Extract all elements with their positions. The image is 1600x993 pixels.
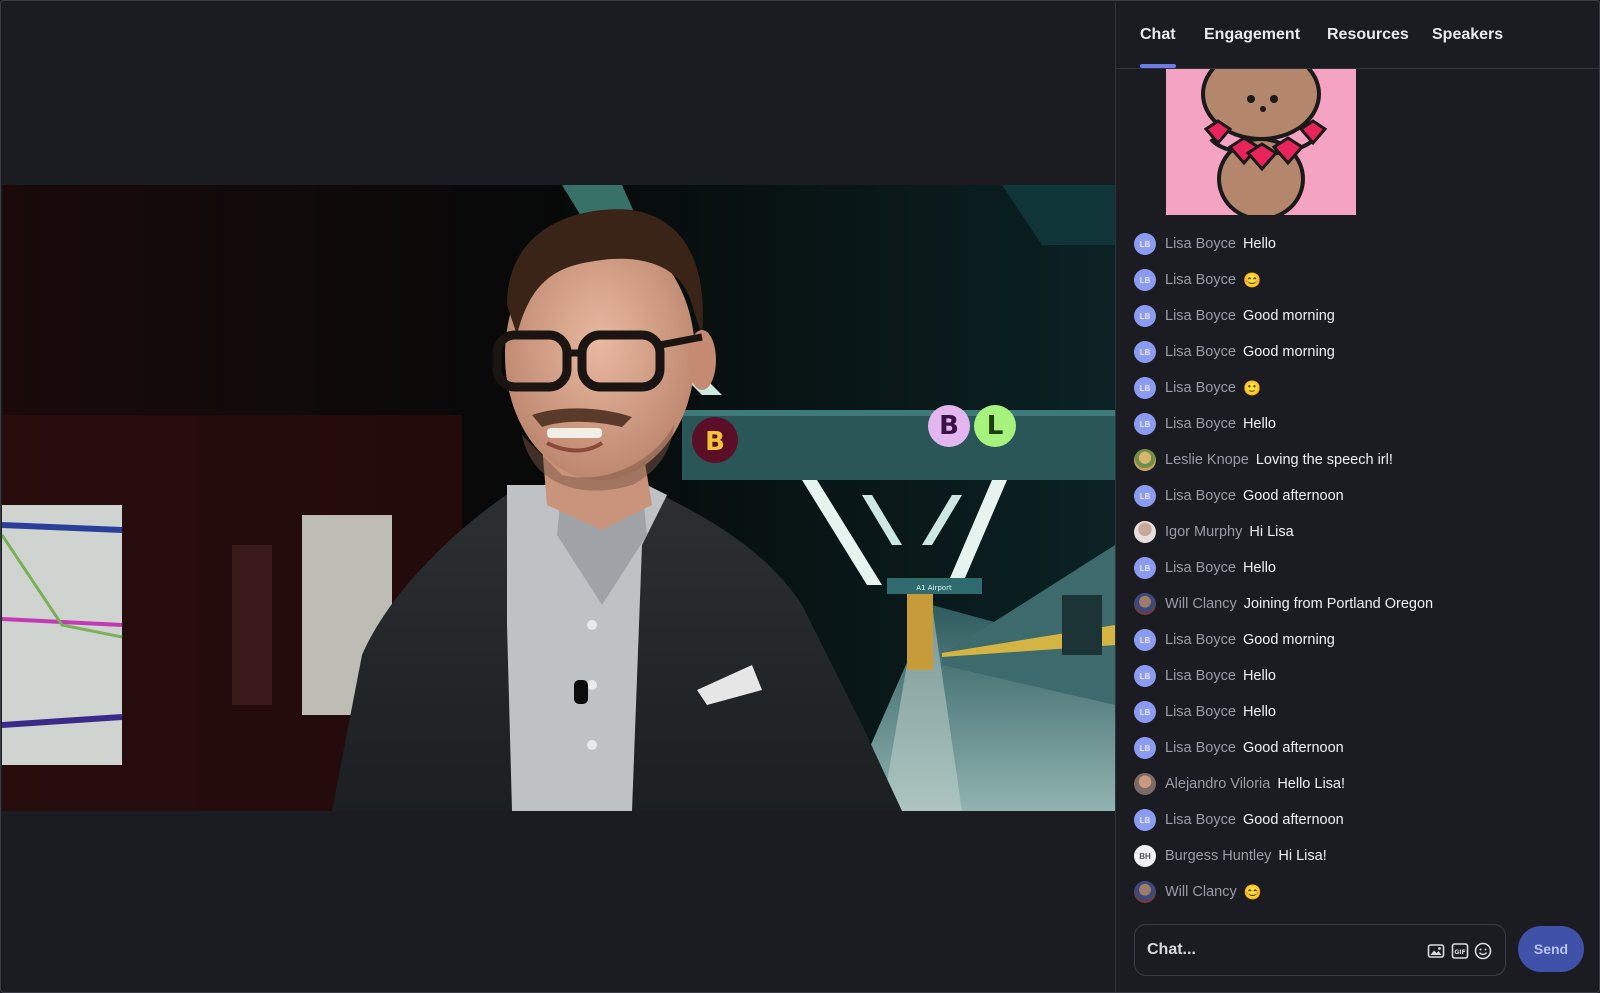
message-sender[interactable]: Lisa Boyce xyxy=(1165,812,1236,828)
avatar[interactable]: LB xyxy=(1134,233,1156,255)
chat-message: LB Lisa Boyce 😊 xyxy=(1134,262,1594,298)
chat-message: BH Burgess Huntley Hi Lisa! xyxy=(1134,838,1594,874)
chat-message: LB Lisa Boyce 🙂 xyxy=(1134,370,1594,406)
message-text: 🙂 xyxy=(1242,380,1261,397)
message-text: Hello xyxy=(1242,704,1276,720)
avatar[interactable] xyxy=(1134,593,1156,615)
message-text: Good morning xyxy=(1242,632,1335,648)
message-sender[interactable]: Alejandro Viloria xyxy=(1165,776,1270,792)
avatar[interactable]: LB xyxy=(1134,701,1156,723)
panel-tabs: Chat Engagement Resources Speakers xyxy=(1116,2,1599,69)
avatar[interactable]: LB xyxy=(1134,413,1156,435)
tab-resources[interactable]: Resources xyxy=(1327,26,1409,44)
tab-chat[interactable]: Chat xyxy=(1140,26,1176,68)
image-icon[interactable] xyxy=(1427,942,1445,960)
messages: LB Lisa Boyce Hello LB Lisa Boyce 😊 LB Lisa Boy… xyxy=(1134,226,1594,909)
message-sender[interactable]: Will Clancy xyxy=(1165,884,1237,900)
message-sender[interactable]: Lisa Boyce xyxy=(1165,416,1236,432)
stage: B A1 Airport B L xyxy=(2,2,1115,992)
message-text: Good morning xyxy=(1242,308,1335,324)
message-text: Hello xyxy=(1242,236,1276,252)
chat-message: LB Lisa Boyce Good morning xyxy=(1134,298,1594,334)
chat-message: LB Lisa Boyce Hello xyxy=(1134,550,1594,586)
message-sender[interactable]: Lisa Boyce xyxy=(1165,668,1236,684)
message-text: Hello xyxy=(1242,560,1276,576)
avatar[interactable]: LB xyxy=(1134,629,1156,651)
avatar[interactable]: LB xyxy=(1134,377,1156,399)
message-sender[interactable]: Lisa Boyce xyxy=(1165,272,1236,288)
message-text: Loving the speech irl! xyxy=(1255,452,1393,468)
message-sender[interactable]: Lisa Boyce xyxy=(1165,632,1236,648)
tab-engagement[interactable]: Engagement xyxy=(1204,26,1300,44)
emoji-icon[interactable] xyxy=(1474,942,1492,960)
chat-message: LB Lisa Boyce Hello xyxy=(1134,226,1594,262)
message-sender[interactable]: Lisa Boyce xyxy=(1165,488,1236,504)
avatar[interactable] xyxy=(1134,521,1156,543)
message-sender[interactable]: Lisa Boyce xyxy=(1165,308,1236,324)
avatar[interactable]: BH xyxy=(1134,845,1156,867)
chat-message: LB Lisa Boyce Good morning xyxy=(1134,334,1594,370)
message-sender[interactable]: Leslie Knope xyxy=(1165,452,1249,468)
chat-composer: GIF xyxy=(1134,924,1506,976)
chat-message-list[interactable]: LB Lisa Boyce Hello LB Lisa Boyce 😊 LB Lisa Boy… xyxy=(1116,69,1599,909)
message-sender[interactable]: Lisa Boyce xyxy=(1165,236,1236,252)
svg-text:GIF: GIF xyxy=(1454,949,1465,956)
message-text: 😊 xyxy=(1243,884,1262,901)
chat-input[interactable] xyxy=(1147,937,1407,963)
message-sender[interactable]: Lisa Boyce xyxy=(1165,740,1236,756)
avatar[interactable]: LB xyxy=(1134,485,1156,507)
avatar[interactable] xyxy=(1134,881,1156,903)
message-text: Hello xyxy=(1242,668,1276,684)
message-text: Good afternoon xyxy=(1242,812,1344,828)
side-panel: Chat Engagement Resources Speakers LB Li… xyxy=(1115,2,1599,992)
avatar[interactable]: LB xyxy=(1134,665,1156,687)
chat-message: LB Lisa Boyce Good afternoon xyxy=(1134,730,1594,766)
message-sender[interactable]: Lisa Boyce xyxy=(1165,560,1236,576)
message-text: Hello xyxy=(1242,416,1276,432)
avatar[interactable] xyxy=(1134,449,1156,471)
message-text: Good afternoon xyxy=(1242,488,1344,504)
chat-message: LB Lisa Boyce Good morning xyxy=(1134,622,1594,658)
avatar[interactable] xyxy=(1134,773,1156,795)
avatar[interactable]: LB xyxy=(1134,269,1156,291)
message-sender[interactable]: Igor Murphy xyxy=(1165,524,1242,540)
avatar[interactable]: LB xyxy=(1134,341,1156,363)
avatar[interactable]: LB xyxy=(1134,557,1156,579)
message-text: Hi Lisa xyxy=(1249,524,1294,540)
chat-message: Will Clancy 😊 xyxy=(1134,874,1594,909)
message-text: Joining from Portland Oregon xyxy=(1243,596,1434,612)
gif-icon[interactable]: GIF xyxy=(1451,942,1469,960)
chat-message: LB Lisa Boyce Hello xyxy=(1134,694,1594,730)
avatar[interactable]: LB xyxy=(1134,305,1156,327)
chat-message: Alejandro Viloria Hello Lisa! xyxy=(1134,766,1594,802)
chat-message: Leslie Knope Loving the speech irl! xyxy=(1134,442,1594,478)
app-window: B A1 Airport B L Chat Engagement Resourc… xyxy=(0,0,1600,993)
arrow-up-right-icon xyxy=(928,405,1115,811)
message-text: Good morning xyxy=(1242,344,1335,360)
video-player[interactable]: B A1 Airport B L xyxy=(2,185,1115,811)
chat-message: Igor Murphy Hi Lisa xyxy=(1134,514,1594,550)
chat-message: LB Lisa Boyce Hello xyxy=(1134,658,1594,694)
brand-logo: B L xyxy=(928,405,1016,447)
tab-speakers[interactable]: Speakers xyxy=(1432,26,1503,44)
chat-message: LB Lisa Boyce Good afternoon xyxy=(1134,802,1594,838)
send-button[interactable]: Send xyxy=(1518,926,1584,972)
avatar[interactable]: LB xyxy=(1134,737,1156,759)
avatar[interactable]: LB xyxy=(1134,809,1156,831)
message-text: Hi Lisa! xyxy=(1278,848,1327,864)
message-sender[interactable]: Lisa Boyce xyxy=(1165,704,1236,720)
chat-message: LB Lisa Boyce Hello xyxy=(1134,406,1594,442)
message-text: Hello Lisa! xyxy=(1277,776,1346,792)
message-sender[interactable]: Lisa Boyce xyxy=(1165,380,1236,396)
bear-heart-sticker xyxy=(1166,69,1356,215)
chat-message: Will Clancy Joining from Portland Oregon xyxy=(1134,586,1594,622)
sign-letter: B xyxy=(705,427,725,457)
chat-message: LB Lisa Boyce Good afternoon xyxy=(1134,478,1594,514)
message-sender[interactable]: Burgess Huntley xyxy=(1165,848,1271,864)
message-text: 😊 xyxy=(1242,272,1261,289)
message-text: Good afternoon xyxy=(1242,740,1344,756)
message-sender[interactable]: Will Clancy xyxy=(1165,596,1237,612)
message-sender[interactable]: Lisa Boyce xyxy=(1165,344,1236,360)
